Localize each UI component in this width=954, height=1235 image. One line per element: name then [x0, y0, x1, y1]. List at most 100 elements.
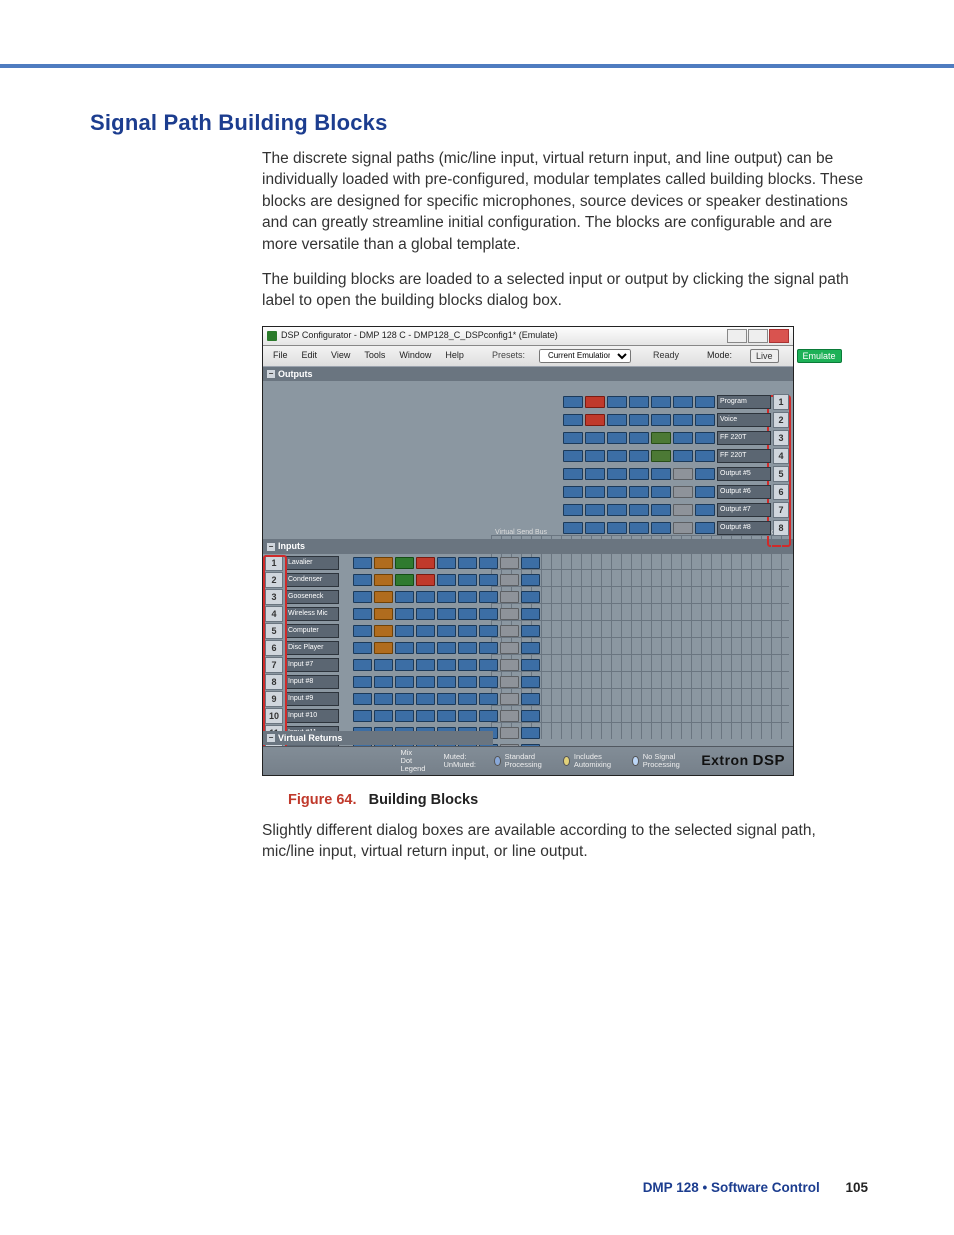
dsp-block[interactable]	[695, 486, 715, 498]
input-label[interactable]: Computer	[285, 624, 339, 638]
dsp-block[interactable]	[395, 693, 414, 705]
collapse-icon[interactable]: −	[267, 543, 275, 551]
dsp-block[interactable]	[353, 710, 372, 722]
output-label[interactable]: Program	[717, 395, 771, 409]
dsp-block[interactable]	[437, 710, 456, 722]
dsp-block[interactable]	[500, 642, 519, 654]
dsp-block[interactable]	[437, 693, 456, 705]
input-row[interactable]: 6Disc Player	[263, 640, 793, 656]
input-label[interactable]: Disc Player	[285, 641, 339, 655]
dsp-block[interactable]	[607, 486, 627, 498]
output-label[interactable]: Output #7	[717, 503, 771, 517]
dsp-block[interactable]	[437, 608, 456, 620]
dsp-block[interactable]	[458, 710, 477, 722]
dsp-block[interactable]	[585, 522, 605, 534]
dsp-block[interactable]	[521, 710, 540, 722]
minimize-button[interactable]	[727, 329, 747, 343]
menu-help[interactable]: Help	[445, 349, 464, 363]
dsp-block[interactable]	[395, 591, 414, 603]
output-number[interactable]: 6	[773, 484, 789, 500]
menu-file[interactable]: File	[273, 349, 288, 363]
dsp-block[interactable]	[437, 574, 456, 586]
mode-live-button[interactable]: Live	[750, 349, 779, 363]
output-row[interactable]: FF 220T3	[563, 431, 789, 445]
output-row[interactable]: Output #88	[563, 521, 789, 535]
collapse-icon[interactable]: −	[267, 734, 275, 742]
dsp-block[interactable]	[479, 642, 498, 654]
output-number[interactable]: 4	[773, 448, 789, 464]
dsp-block[interactable]	[651, 486, 671, 498]
dsp-block[interactable]	[585, 504, 605, 516]
input-row[interactable]: 8Input #8	[263, 674, 793, 690]
dsp-block[interactable]	[585, 468, 605, 480]
dsp-block[interactable]	[629, 486, 649, 498]
dsp-block[interactable]	[395, 608, 414, 620]
dsp-block[interactable]	[500, 710, 519, 722]
dsp-block[interactable]	[353, 676, 372, 688]
output-row[interactable]: Voice2	[563, 413, 789, 427]
dsp-block[interactable]	[479, 676, 498, 688]
dsp-block[interactable]	[629, 432, 649, 444]
dsp-block[interactable]	[563, 396, 583, 408]
dsp-block[interactable]	[395, 676, 414, 688]
output-row[interactable]: Output #66	[563, 485, 789, 499]
input-label[interactable]: Input #10	[285, 709, 339, 723]
dsp-block[interactable]	[521, 693, 540, 705]
dsp-block[interactable]	[395, 574, 414, 586]
dsp-block[interactable]	[521, 557, 540, 569]
dsp-block[interactable]	[695, 432, 715, 444]
dsp-block[interactable]	[673, 414, 693, 426]
dsp-block[interactable]	[479, 693, 498, 705]
input-label[interactable]: Input #7	[285, 658, 339, 672]
dsp-block[interactable]	[416, 659, 435, 671]
dsp-block[interactable]	[353, 659, 372, 671]
output-row[interactable]: Output #77	[563, 503, 789, 517]
dsp-block[interactable]	[479, 625, 498, 637]
dsp-block[interactable]	[458, 676, 477, 688]
dsp-block[interactable]	[651, 450, 671, 462]
dsp-block[interactable]	[437, 625, 456, 637]
dsp-block[interactable]	[374, 574, 393, 586]
output-label[interactable]: Output #5	[717, 467, 771, 481]
dsp-block[interactable]	[416, 574, 435, 586]
dsp-block[interactable]	[563, 432, 583, 444]
dsp-block[interactable]	[437, 557, 456, 569]
dsp-block[interactable]	[651, 432, 671, 444]
dsp-block[interactable]	[395, 710, 414, 722]
dsp-block[interactable]	[629, 468, 649, 480]
dsp-block[interactable]	[629, 450, 649, 462]
dsp-block[interactable]	[673, 522, 693, 534]
output-label[interactable]: FF 220T	[717, 431, 771, 445]
presets-dropdown[interactable]: Current Emulation	[539, 349, 631, 363]
dsp-block[interactable]	[374, 608, 393, 620]
dsp-block[interactable]	[521, 659, 540, 671]
dsp-block[interactable]	[437, 591, 456, 603]
dsp-block[interactable]	[416, 693, 435, 705]
dsp-block[interactable]	[563, 468, 583, 480]
dsp-block[interactable]	[673, 396, 693, 408]
dsp-block[interactable]	[521, 608, 540, 620]
dsp-block[interactable]	[416, 557, 435, 569]
dsp-block[interactable]	[521, 727, 540, 739]
dsp-block[interactable]	[629, 396, 649, 408]
dsp-block[interactable]	[651, 504, 671, 516]
output-label[interactable]: FF 220T	[717, 449, 771, 463]
dsp-block[interactable]	[563, 504, 583, 516]
dsp-block[interactable]	[695, 450, 715, 462]
mode-emulate-button[interactable]: Emulate	[797, 349, 842, 363]
dsp-block[interactable]	[500, 557, 519, 569]
dsp-block[interactable]	[585, 450, 605, 462]
dsp-block[interactable]	[395, 625, 414, 637]
dsp-block[interactable]	[458, 591, 477, 603]
dsp-block[interactable]	[673, 450, 693, 462]
dsp-block[interactable]	[416, 608, 435, 620]
dsp-block[interactable]	[395, 557, 414, 569]
dsp-block[interactable]	[374, 693, 393, 705]
close-button[interactable]	[769, 329, 789, 343]
dsp-block[interactable]	[629, 504, 649, 516]
dsp-block[interactable]	[458, 625, 477, 637]
dsp-block[interactable]	[395, 642, 414, 654]
dsp-block[interactable]	[607, 414, 627, 426]
output-number[interactable]: 1	[773, 394, 789, 410]
dsp-block[interactable]	[695, 504, 715, 516]
